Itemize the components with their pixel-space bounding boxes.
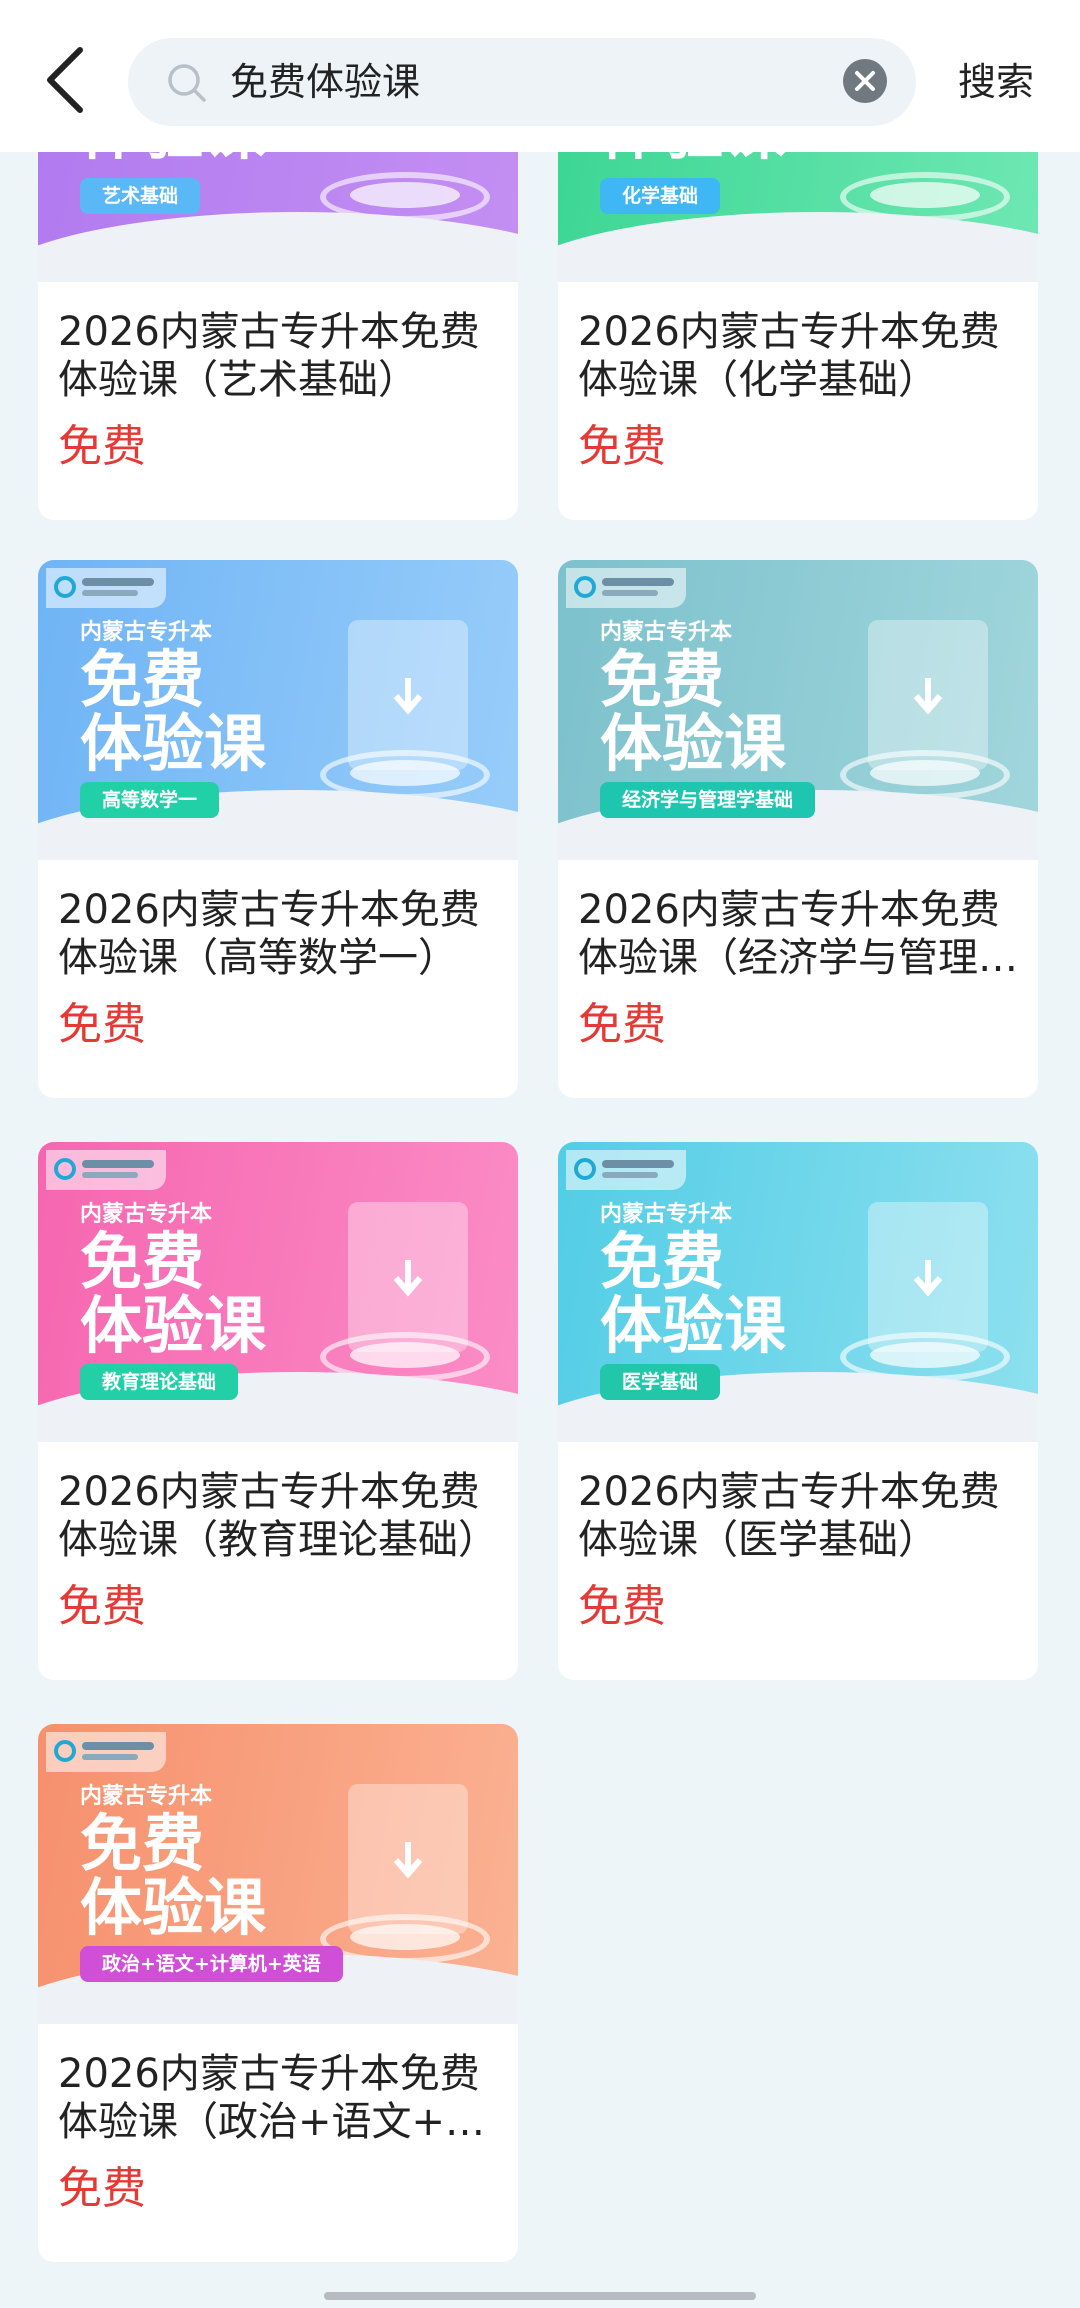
decorative-plate-top — [870, 760, 980, 786]
thumb-heading-1: 免费 — [80, 1807, 205, 1880]
folder-icon — [348, 1784, 468, 1934]
search-query: 免费体验课 — [230, 60, 421, 104]
decorative-wave — [38, 212, 518, 282]
thumb-subject-tag: 医学基础 — [600, 1364, 721, 1400]
folder-icon — [348, 620, 468, 770]
brand-logo — [566, 1150, 686, 1190]
thumb-subtitle: 内蒙古专升本 — [80, 1202, 213, 1227]
course-price: 免费 — [578, 999, 666, 1050]
course-thumbnail: 内蒙古专升本 免费 体验课 教育理论基础 — [38, 1142, 518, 1442]
chevron-left-icon — [47, 47, 83, 113]
thumb-heading-2: 体验课 — [80, 1289, 267, 1362]
thumb-heading-1: 免费 — [80, 1225, 205, 1298]
decorative-plate-top — [350, 1342, 460, 1368]
thumb-subtitle: 内蒙古专升本 — [600, 1202, 733, 1227]
course-card[interactable]: 内蒙古专升本 免费 体验课 教育理论基础 2026内蒙古专升本免费体验课（教育理… — [38, 1142, 518, 1680]
home-indicator[interactable] — [324, 2292, 756, 2300]
folder-icon — [868, 620, 988, 770]
thumb-heading-1: 免费 — [600, 1225, 725, 1298]
course-title: 2026内蒙古专升本免费体验课（高等数学一） — [58, 887, 480, 981]
thumb-subject-tag: 教育理论基础 — [80, 1364, 239, 1400]
course-card[interactable]: 内蒙古专升本 免费 体验课 医学基础 2026内蒙古专升本免费体验课（医学基础）… — [558, 1142, 1038, 1680]
brand-logo — [566, 568, 686, 608]
course-card[interactable]: 内蒙古专升本 免费 体验课 经济学与管理学基础 2026内蒙古专升本免费体验课（… — [558, 560, 1038, 1098]
course-price: 免费 — [58, 421, 146, 472]
course-card[interactable]: 内蒙古专升本 免费 体验课 高等数学一 2026内蒙古专升本免费体验课（高等数学… — [38, 560, 518, 1098]
course-title: 2026内蒙古专升本免费体验课（教育理论基础） — [58, 1469, 498, 1563]
thumb-heading-2: 体验课 — [80, 707, 267, 780]
course-thumbnail: 内蒙古专升本 免费 体验课 高等数学一 — [38, 560, 518, 860]
clear-icon[interactable] — [842, 58, 888, 104]
search-button[interactable]: 搜索 — [958, 38, 1034, 126]
brand-logo — [46, 568, 166, 608]
course-title: 2026内蒙古专升本免费体验课（政治+语文+计算机+英语） — [58, 2051, 486, 2145]
thumb-heading-1: 免费 — [80, 643, 205, 716]
course-thumbnail: 内蒙古专升本 免费 体验课 医学基础 — [558, 1142, 1038, 1442]
course-price: 免费 — [578, 421, 666, 472]
course-title: 2026内蒙古专升本免费体验课（医学基础） — [578, 1469, 1000, 1563]
course-card[interactable]: 内蒙古专升本 免费 体验课 政治+语文+计算机+英语 2026内蒙古专升本免费体… — [38, 1724, 518, 2262]
course-price: 免费 — [58, 999, 146, 1050]
folder-icon — [868, 1202, 988, 1352]
thumb-subject-tag: 化学基础 — [600, 178, 721, 214]
course-title: 2026内蒙古专升本免费体验课（艺术基础） — [58, 309, 480, 403]
decorative-plate-top — [870, 1342, 980, 1368]
thumb-subtitle: 内蒙古专升本 — [80, 620, 213, 645]
folder-icon — [348, 1202, 468, 1352]
thumb-subject-tag: 艺术基础 — [80, 178, 201, 214]
brand-logo — [46, 1150, 166, 1190]
thumb-heading-2: 体验课 — [600, 1289, 787, 1362]
thumb-subject-tag: 高等数学一 — [80, 782, 220, 818]
thumb-heading-2: 体验课 — [600, 707, 787, 780]
decorative-plate-top — [350, 182, 460, 208]
course-price: 免费 — [58, 2163, 146, 2214]
decorative-plate-top — [870, 182, 980, 208]
brand-logo — [46, 1732, 166, 1772]
thumb-heading-2: 体验课 — [80, 1871, 267, 1944]
thumb-subtitle: 内蒙古专升本 — [600, 620, 733, 645]
course-thumbnail: 内蒙古专升本 免费 体验课 经济学与管理学基础 — [558, 560, 1038, 860]
course-title: 2026内蒙古专升本免费体验课（经济学与管理学基础） — [578, 887, 1018, 981]
course-grid: 体验课 艺术基础 2026内蒙古专升本免费体验课（艺术基础） 免费 体验课 化学… — [0, 0, 1080, 2308]
course-thumbnail: 内蒙古专升本 免费 体验课 政治+语文+计算机+英语 — [38, 1724, 518, 2024]
search-icon — [168, 64, 206, 102]
course-price: 免费 — [578, 1581, 666, 1632]
thumb-subject-tag: 经济学与管理学基础 — [600, 782, 816, 818]
thumb-subject-tag: 政治+语文+计算机+英语 — [80, 1946, 343, 1982]
decorative-wave — [558, 212, 1038, 282]
decorative-plate-top — [350, 1924, 460, 1950]
course-price: 免费 — [58, 1581, 146, 1632]
thumb-subtitle: 内蒙古专升本 — [80, 1784, 213, 1809]
course-title: 2026内蒙古专升本免费体验课（化学基础） — [578, 309, 1000, 403]
search-input[interactable]: 免费体验课 — [128, 38, 916, 126]
thumb-heading-1: 免费 — [600, 643, 725, 716]
search-header: 免费体验课 搜索 — [0, 0, 1080, 152]
back-button[interactable] — [38, 40, 98, 120]
decorative-plate-top — [350, 760, 460, 786]
